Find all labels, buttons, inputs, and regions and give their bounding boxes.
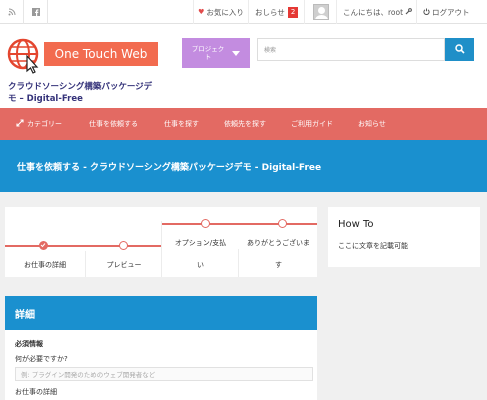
- favorites-link[interactable]: ♥ お気に入り: [193, 0, 248, 24]
- wrench-icon: [405, 7, 412, 17]
- nav-item-category[interactable]: カテゴリー: [16, 108, 62, 140]
- facebook-icon[interactable]: [24, 0, 48, 24]
- notices-link[interactable]: おしらせ 2: [248, 0, 304, 24]
- step-3-dot: [201, 219, 210, 228]
- search-button[interactable]: [445, 38, 474, 61]
- user-avatar-link[interactable]: [304, 0, 336, 24]
- search-placeholder: 検索: [264, 47, 277, 54]
- greeting-link[interactable]: こんにちは、root: [336, 0, 416, 24]
- site-title[interactable]: クラウドソーシング構築パッケージデモ – Digital-Free: [8, 81, 158, 105]
- howto-widget: How To ここに文章を記載可能: [328, 207, 480, 267]
- project-dropdown-button[interactable]: プロジェクト: [182, 38, 250, 68]
- page-title-text: 仕事を依頼する - クラウドソーシング構築パッケージデモ - Digital-F…: [17, 162, 322, 173]
- main-nav: カテゴリー 仕事を依頼する 仕事を探す 依頼先を探す ご利用ガイド お知らせ: [0, 108, 487, 140]
- top-bar: ♥ お気に入り おしらせ 2 こんにちは、root ログアウト: [0, 0, 487, 24]
- greeting-label: こんにちは、root: [343, 7, 404, 17]
- steps-progress: お仕事の詳細 プレビュー オプション/支払 い ありがとうございま す: [5, 207, 317, 277]
- page-title: 仕事を依頼する - クラウドソーシング構築パッケージデモ - Digital-F…: [0, 140, 487, 192]
- heart-icon: ♥: [198, 8, 205, 16]
- rss-icon[interactable]: [0, 0, 24, 24]
- search-icon: [454, 43, 465, 56]
- step-divider: [161, 221, 162, 277]
- nav-item-guide[interactable]: ご利用ガイド: [291, 108, 333, 140]
- step-3-label-bottom: い: [197, 261, 204, 269]
- job-title-input[interactable]: 例: プラグイン開発のためのウェブ開発者など: [15, 367, 313, 381]
- details-panel: 詳細 必須情報 何が必要ですか? 例: プラグイン開発のためのウェブ開発者など …: [5, 296, 317, 400]
- step-1-done-icon: [39, 241, 48, 250]
- step-line-upper: [162, 223, 317, 225]
- step-2-label: プレビュー: [106, 261, 142, 269]
- step-3-label-top: オプション/支払: [174, 239, 227, 247]
- nav-item-find-freelancer[interactable]: 依頼先を探す: [224, 108, 266, 140]
- nav-item-post-job[interactable]: 仕事を依頼する: [89, 108, 138, 140]
- power-icon: [423, 8, 430, 17]
- step-1-label[interactable]: お仕事の詳細: [9, 260, 81, 270]
- notice-count-badge: 2: [287, 6, 299, 18]
- notices-label: おしらせ: [255, 7, 285, 17]
- logout-label: ログアウト: [432, 7, 470, 17]
- search-input[interactable]: 検索: [257, 38, 445, 61]
- globe-logo-icon[interactable]: [7, 38, 43, 74]
- details-heading: 詳細: [5, 296, 317, 330]
- job-title-question: 何が必要ですか?: [15, 355, 68, 363]
- project-button-label: プロジェクト: [191, 45, 225, 61]
- caret-down-icon: [232, 50, 240, 56]
- nav-item-news[interactable]: お知らせ: [358, 108, 386, 140]
- logout-link[interactable]: ログアウト: [416, 0, 487, 24]
- step-4-label-bottom: す: [275, 261, 282, 269]
- step-line-lower: [5, 245, 162, 247]
- job-details-label: お仕事の詳細: [15, 388, 57, 396]
- nav-item-find-job[interactable]: 仕事を探す: [164, 108, 199, 140]
- avatar: [312, 4, 329, 20]
- favorites-label: お気に入り: [206, 7, 244, 17]
- step-4-label-top: ありがとうございま: [247, 239, 310, 247]
- job-title-placeholder: 例: プラグイン開発のためのウェブ開発者など: [21, 371, 156, 379]
- step-4-dot: [278, 219, 287, 228]
- expand-arrows-icon: [16, 119, 24, 129]
- howto-title: How To: [338, 219, 374, 230]
- required-info-label: 必須情報: [15, 340, 43, 348]
- step-divider: [238, 249, 239, 277]
- nav-label: カテゴリー: [27, 120, 62, 128]
- step-2-dot: [119, 241, 128, 250]
- howto-text: ここに文章を記載可能: [338, 242, 408, 250]
- logo-text[interactable]: One Touch Web: [44, 42, 158, 66]
- site-header: One Touch Web クラウドソーシング構築パッケージデモ – Digit…: [0, 24, 487, 108]
- step-divider: [85, 251, 86, 277]
